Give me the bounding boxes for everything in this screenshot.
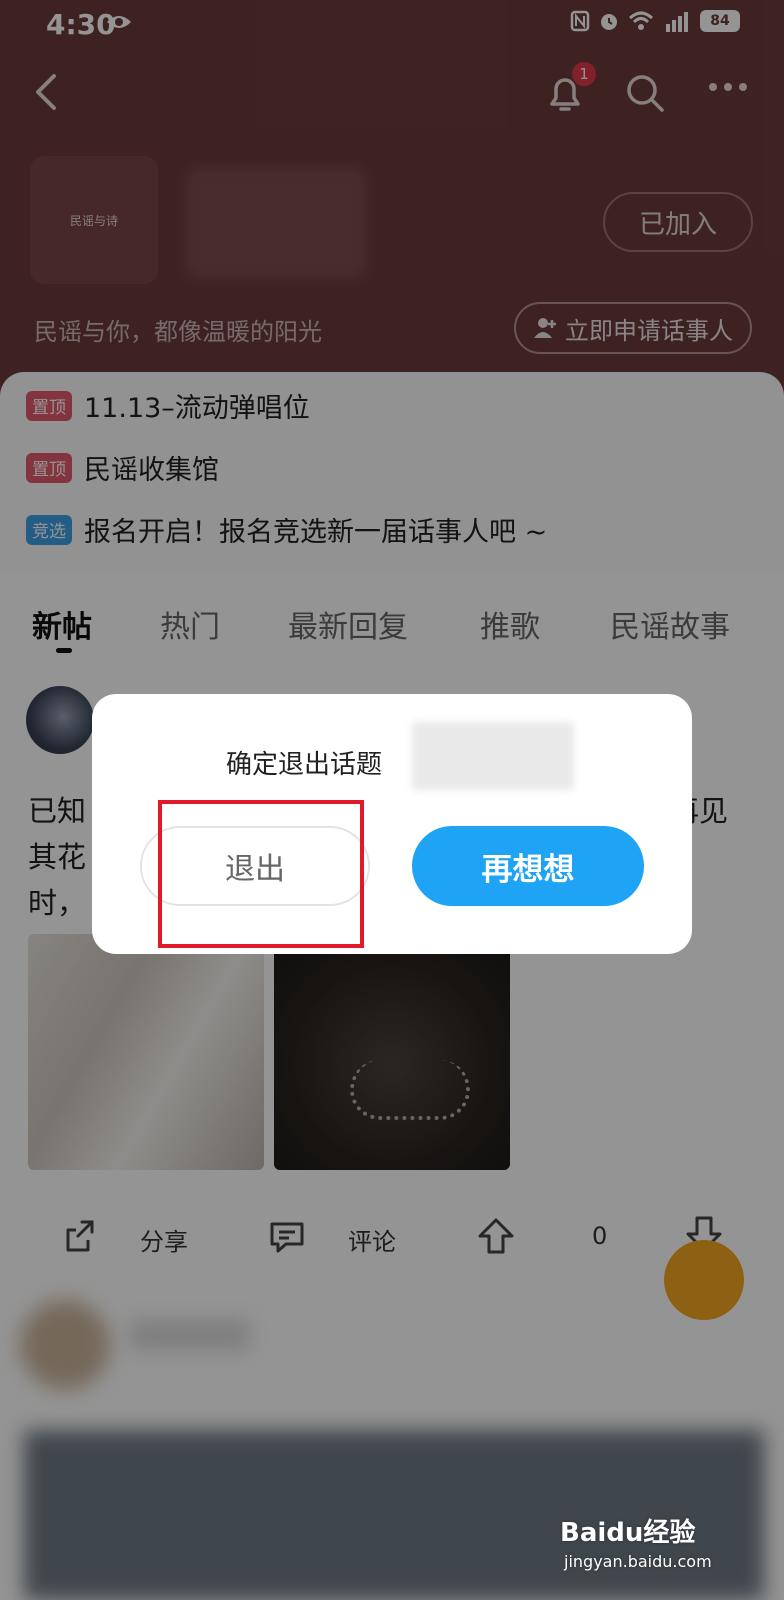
highlight-box (158, 800, 364, 948)
dialog-message: 确定退出话题 (226, 750, 383, 780)
watermark-url: jingyan.baidu.com (564, 1552, 712, 1571)
watermark-logo: Baidu经验 (560, 1518, 696, 1548)
blurred-topic-name (412, 722, 574, 790)
baidu-watermark: Baidu经验 jingyan.baidu.com (560, 1512, 750, 1582)
rethink-button[interactable]: 再想想 (412, 826, 644, 906)
